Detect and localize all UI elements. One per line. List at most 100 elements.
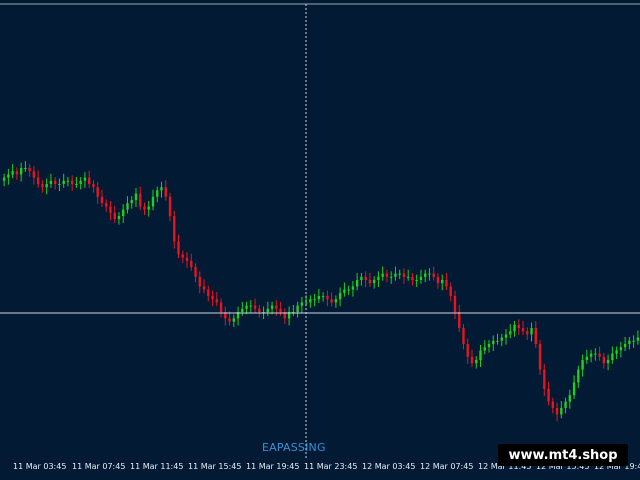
candle [330, 292, 333, 307]
candle-body [526, 331, 529, 335]
candle [564, 397, 567, 414]
candle [177, 234, 180, 259]
candle [75, 176, 78, 188]
candle [385, 269, 389, 283]
candle-body [105, 203, 108, 207]
candle-body [83, 177, 87, 181]
candle [190, 253, 193, 272]
candle-body [215, 299, 218, 303]
brand-badge[interactable]: www.mt4.shop [498, 444, 628, 466]
candle-body [338, 292, 342, 300]
candle [406, 269, 410, 281]
candle-body [483, 347, 486, 351]
candle-body [377, 276, 380, 280]
candle-body [15, 171, 19, 175]
candle [372, 276, 376, 289]
candle [441, 274, 444, 291]
candle-body [611, 353, 614, 360]
candle [168, 192, 172, 222]
candle-body [364, 276, 367, 280]
candle-body [19, 168, 23, 175]
candle-body [538, 344, 542, 370]
candle-body [126, 203, 129, 210]
candle-body [24, 168, 27, 169]
candle-body [36, 177, 40, 184]
candle-body [304, 302, 308, 304]
candle-body [530, 328, 533, 335]
candle [432, 266, 435, 281]
candle [321, 292, 325, 302]
candle [100, 189, 104, 208]
candle-body [253, 305, 257, 309]
candle-body [139, 193, 142, 207]
candle-body [632, 340, 635, 342]
candle [211, 290, 214, 307]
candle [415, 274, 418, 288]
candle-body [479, 350, 482, 360]
candle-body [130, 200, 133, 204]
candle [521, 320, 525, 336]
candle [394, 266, 397, 281]
candle-body [347, 289, 350, 291]
candle [258, 304, 261, 318]
candle-body [389, 276, 393, 278]
candle [402, 268, 406, 284]
candle-body [113, 212, 116, 220]
candle [377, 271, 380, 288]
candle [606, 354, 610, 371]
candle-body [32, 171, 36, 178]
candle-body [560, 408, 563, 415]
candle-body [11, 171, 14, 175]
candle [287, 306, 291, 326]
candle [139, 186, 142, 211]
candle [351, 280, 355, 297]
candle [424, 269, 427, 283]
candle [202, 279, 206, 294]
candle [300, 296, 304, 313]
candle [126, 196, 129, 214]
time-tick-label: 11 Mar 11:45 [130, 462, 184, 471]
candle-body [181, 254, 184, 258]
candle [619, 341, 623, 358]
candle [92, 180, 95, 193]
price-chart[interactable]: EAPASSING 11 Mar 03:45 11 Mar 07:45 11 Mar… [0, 0, 640, 480]
candle [122, 204, 125, 224]
candle-body [623, 344, 627, 348]
candle [109, 200, 112, 220]
candle-body [156, 190, 159, 197]
candle [215, 292, 218, 307]
candle [70, 175, 74, 192]
candle [436, 272, 440, 289]
candle [389, 271, 393, 284]
candle-body [402, 273, 406, 277]
time-tick-label: 11 Mar 15:45 [188, 462, 242, 471]
candle [181, 250, 184, 264]
candle-body [211, 296, 214, 300]
watermark-text: EAPASSING [262, 441, 326, 454]
candle-body [228, 318, 231, 322]
candle-body [143, 206, 146, 210]
candle [36, 170, 40, 188]
candle [249, 300, 253, 313]
candle [96, 181, 99, 204]
candle-body [385, 273, 389, 277]
candle-body [615, 350, 618, 354]
candle-body [202, 286, 206, 290]
candle-body [270, 305, 274, 309]
candle-body [317, 296, 321, 300]
candle-body [249, 305, 253, 307]
candle-body [598, 353, 601, 357]
candle-body [628, 340, 631, 344]
candle [360, 272, 363, 286]
candle [279, 301, 282, 316]
candle [611, 346, 614, 364]
candle [143, 202, 146, 216]
time-tick-label: 11 Mar 23:45 [304, 462, 358, 471]
candle [2, 173, 6, 187]
candlestick-plot[interactable] [0, 0, 640, 458]
candle-body [275, 305, 278, 309]
candle [538, 340, 542, 376]
candle-body [636, 337, 640, 341]
candle [19, 162, 23, 182]
candle [45, 178, 48, 195]
